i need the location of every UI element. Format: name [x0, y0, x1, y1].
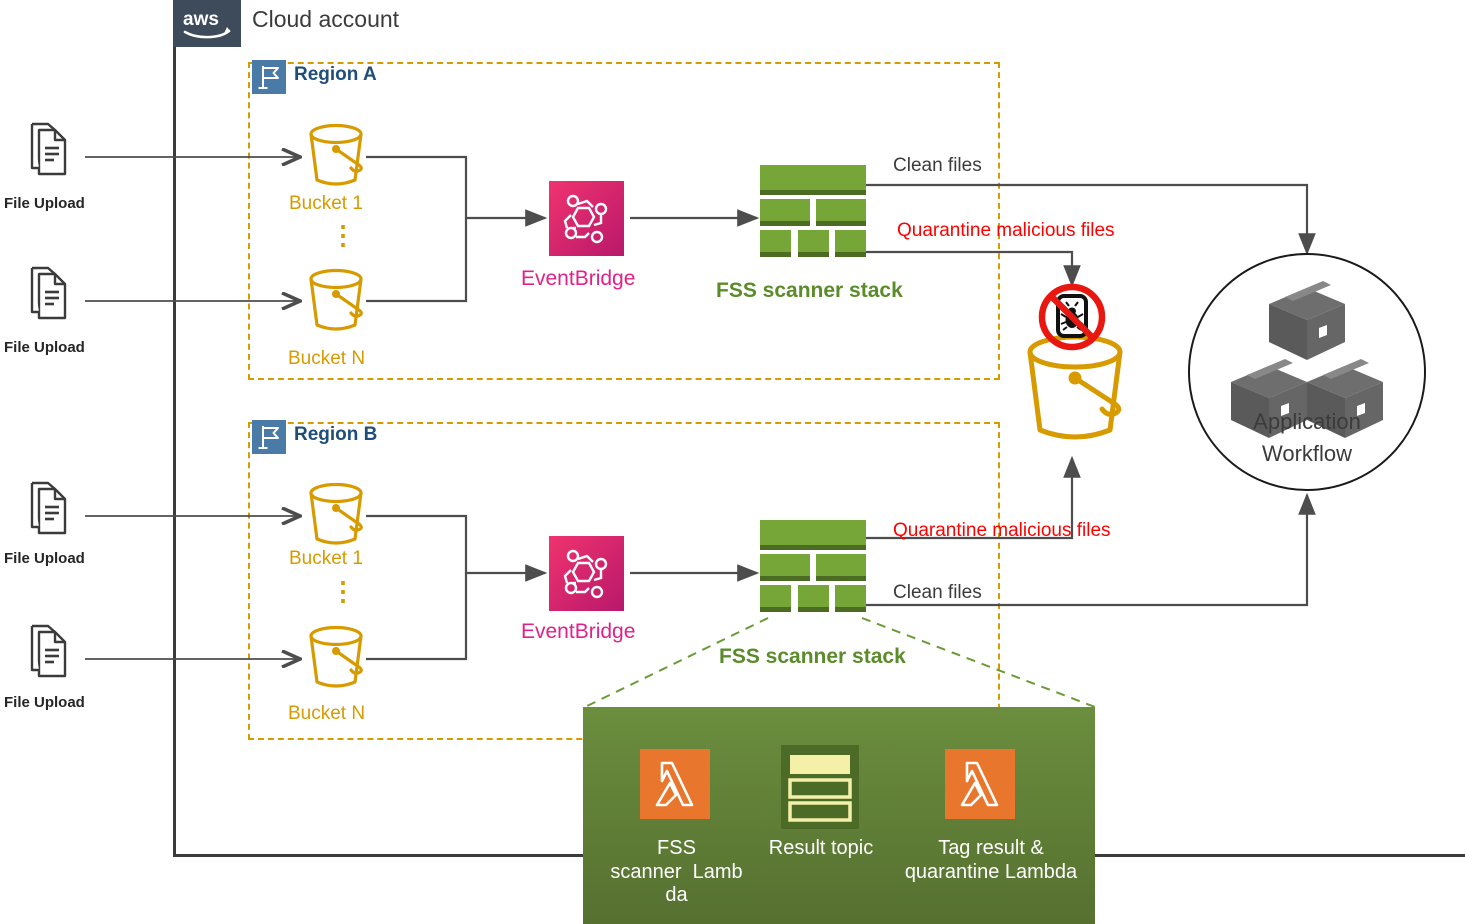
- stack-block-mid-1: [760, 199, 810, 226]
- bucket-a-ellipsis: ⋮: [330, 220, 356, 250]
- aws-logo-icon: aws: [183, 9, 231, 38]
- tag-quarantine-lambda: [945, 749, 1015, 824]
- document-upload-icon: [30, 266, 67, 320]
- svg-text:aws: aws: [183, 9, 219, 30]
- fss-scanner-stack-b: [760, 520, 866, 612]
- eventbridge-a: [549, 181, 624, 261]
- lambda-icon: [945, 749, 1015, 819]
- bucket-a1: [300, 120, 372, 197]
- eventbridge-icon: [549, 536, 624, 611]
- fss-scanner-lambda: [640, 749, 710, 824]
- no-malware-icon: [1038, 283, 1106, 351]
- stack-block-bot-1: [760, 585, 791, 612]
- bucket-a1-label: Bucket 1: [289, 193, 363, 214]
- document-upload-icon: [30, 122, 67, 176]
- lambda-icon: [640, 749, 710, 819]
- eventbridge-a-label: EventBridge: [521, 267, 636, 290]
- file-upload-label-1: File Upload: [4, 195, 85, 212]
- region-b-flag-badge: [252, 420, 286, 454]
- flag-icon: [258, 66, 279, 89]
- result-topic: [781, 745, 859, 834]
- tag-quarantine-lambda-label: Tag result & quarantine Lambda: [904, 837, 1078, 883]
- application-workflow-label-line1: Application: [1253, 409, 1361, 434]
- document-upload-icon: [30, 481, 67, 535]
- stack-block-bot-2: [798, 230, 829, 257]
- no-malware-badge: [1032, 278, 1112, 361]
- stack-block-bot-2: [798, 585, 829, 612]
- clean-files-label-b: Clean files: [893, 582, 982, 603]
- eventbridge-b-label: EventBridge: [521, 620, 636, 643]
- stack-block-top: [760, 520, 866, 550]
- quarantine-label-b: Quarantine malicious files: [893, 520, 1111, 541]
- stack-block-top: [760, 165, 866, 195]
- region-b-label: Region B: [294, 424, 378, 445]
- stack-block-bot-3: [835, 585, 866, 612]
- aws-logo: aws: [173, 0, 241, 47]
- s3-bucket-icon: [309, 625, 363, 688]
- bucket-bn-label: Bucket N: [288, 703, 366, 724]
- stack-block-mid-2: [816, 199, 866, 226]
- file-upload-3: [26, 481, 70, 544]
- flag-icon: [258, 426, 279, 449]
- fss-scanner-stack-b-label: FSS scanner stack: [719, 645, 906, 668]
- document-upload-icon: [30, 624, 67, 678]
- bucket-bn: [300, 622, 372, 699]
- bucket-b1-label: Bucket 1: [289, 548, 363, 569]
- bucket-an-label: Bucket N: [288, 348, 366, 369]
- s3-bucket-icon: [309, 123, 363, 186]
- bucket-an: [300, 265, 372, 342]
- file-upload-1: [26, 122, 70, 185]
- bucket-b1: [300, 479, 372, 556]
- file-upload-label-3: File Upload: [4, 550, 85, 567]
- bucket-b-ellipsis: ⋮: [330, 576, 356, 606]
- s3-bucket-icon: [309, 268, 363, 331]
- architecture-diagram: aws Cloud account Region A Region B File…: [0, 0, 1465, 924]
- result-topic-label: Result topic: [768, 837, 874, 859]
- fss-scanner-stack-a-label: FSS scanner stack: [716, 279, 903, 302]
- quarantine-label-a: Quarantine malicious files: [897, 220, 1115, 241]
- file-upload-2: [26, 266, 70, 329]
- fss-scanner-stack-a: [760, 165, 866, 257]
- stack-block-mid-1: [760, 554, 810, 581]
- file-upload-4: [26, 624, 70, 687]
- application-workflow-label-line2: Workflow: [1261, 441, 1353, 466]
- fss-scanner-detail-panel: FSS scanner Lamb da Result topic Tag res…: [583, 707, 1095, 924]
- file-upload-label-4: File Upload: [4, 694, 85, 711]
- region-a-flag-badge: [252, 60, 286, 94]
- stack-block-mid-2: [816, 554, 866, 581]
- region-a-label: Region A: [294, 64, 377, 85]
- fss-scanner-lambda-label: FSS scanner Lamb da: [610, 837, 743, 907]
- stack-block-bot-3: [835, 230, 866, 257]
- eventbridge-b: [549, 536, 624, 616]
- eventbridge-icon: [549, 181, 624, 256]
- s3-bucket-icon: [309, 482, 363, 545]
- cloud-account-title: Cloud account: [252, 6, 400, 32]
- sns-topic-icon: [781, 745, 859, 829]
- stack-block-bot-1: [760, 230, 791, 257]
- file-upload-label-2: File Upload: [4, 339, 85, 356]
- clean-files-label-a: Clean files: [893, 155, 982, 176]
